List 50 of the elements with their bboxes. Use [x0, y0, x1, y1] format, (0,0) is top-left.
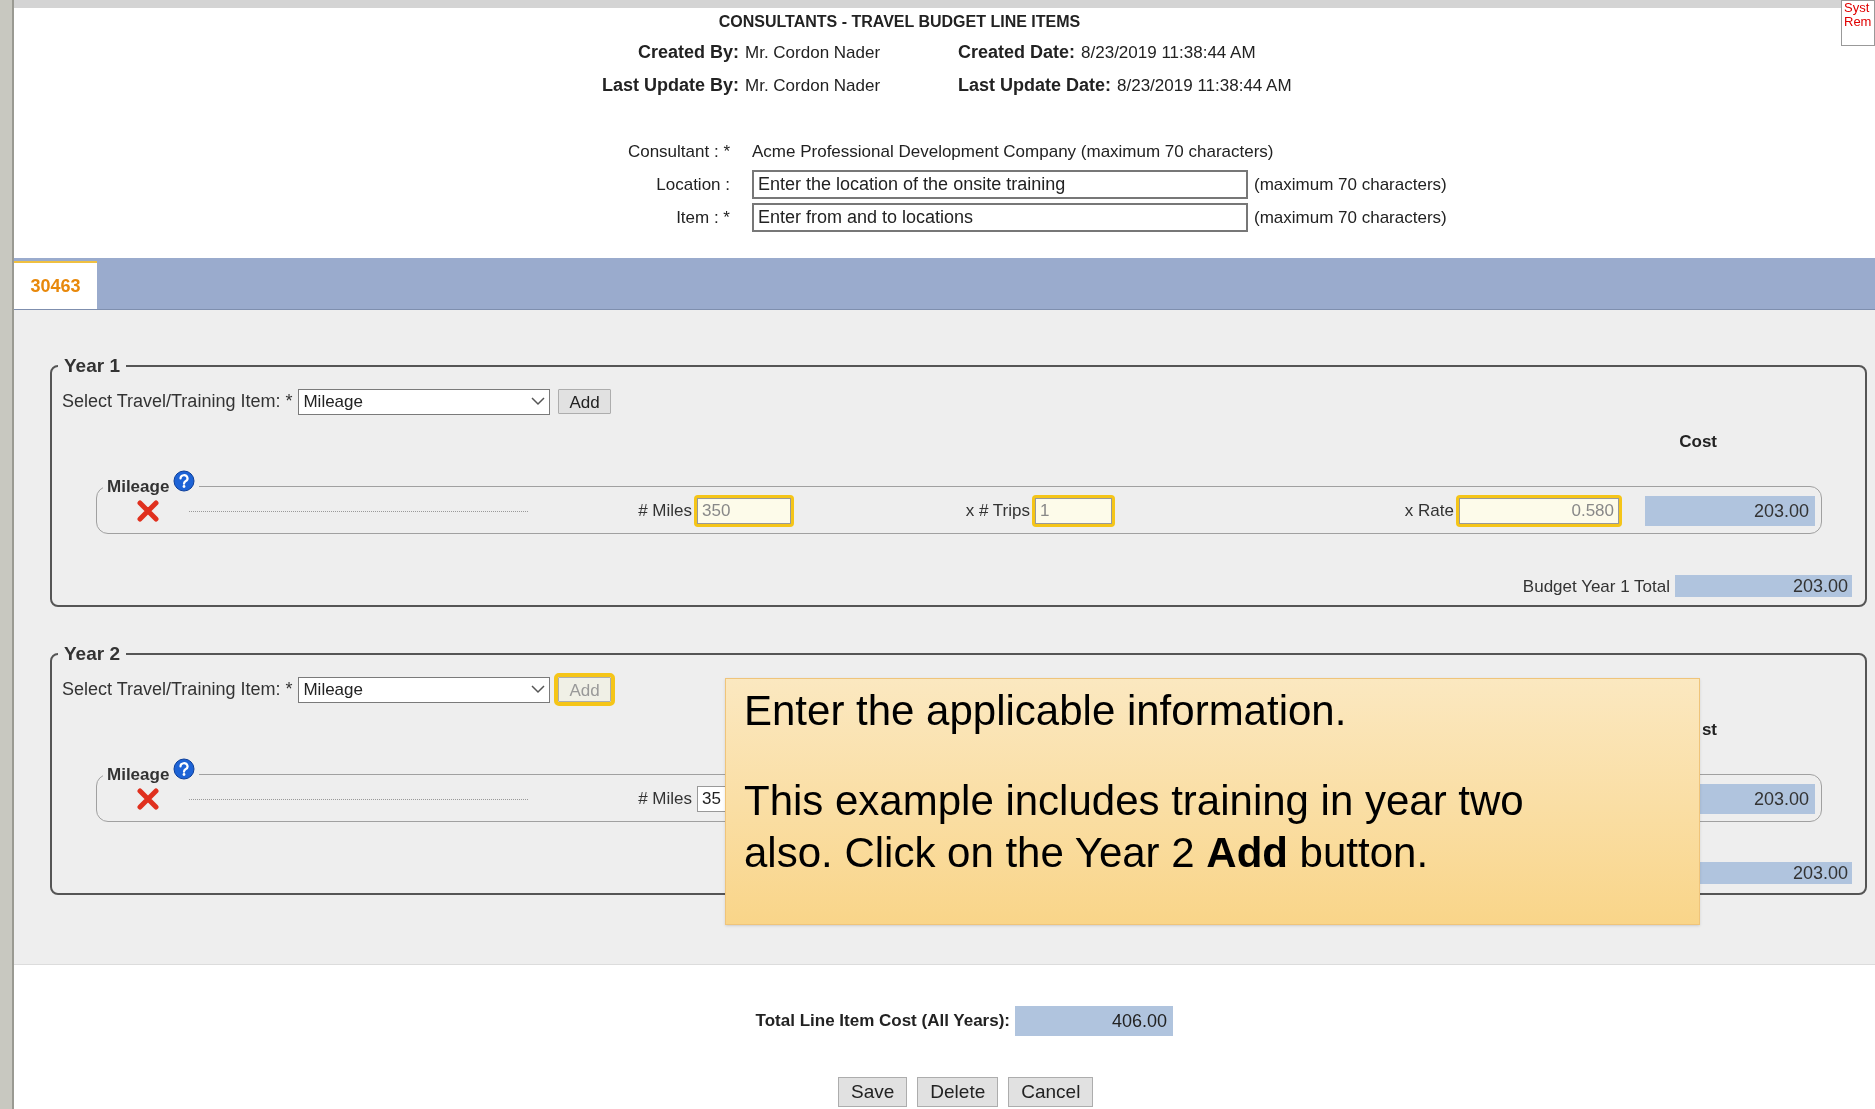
year-total-cell: 203.00: [1675, 575, 1852, 598]
info-value: Mr. Cordon Nader: [745, 41, 882, 64]
info-label: Created By:: [636, 41, 740, 64]
item-legend: Mileage: [107, 761, 170, 787]
chevron-down-icon: [531, 685, 546, 694]
help-icon[interactable]: [173, 470, 196, 493]
field-hint: (maximum 70 characters): [1254, 173, 1447, 196]
year-legend: Year 2: [58, 640, 126, 669]
info-value: Mr. Cordon Nader: [745, 74, 882, 97]
column-header: Cost: [1679, 430, 1717, 451]
field-label: Location :: [655, 173, 730, 196]
form-button[interactable]: Save: [838, 1077, 908, 1107]
info-label: Last Update Date:: [958, 74, 1113, 97]
form-button[interactable]: Cancel: [1008, 1077, 1094, 1107]
column-header: st: [1701, 718, 1717, 739]
page-title: CONSULTANTS - TRAVEL BUDGET LINE ITEMS: [718, 12, 1081, 32]
delete-icon[interactable]: [137, 788, 159, 810]
delete-icon[interactable]: [137, 500, 159, 522]
item-dropdown[interactable]: Mileage: [298, 676, 551, 703]
form-button[interactable]: Delete: [917, 1077, 999, 1107]
field-hint: (maximum 70 characters): [1254, 206, 1447, 229]
item-legend: Mileage: [107, 473, 170, 499]
help-icon[interactable]: [173, 758, 196, 781]
chevron-down-icon: [531, 397, 546, 406]
field-label: # Miles: [637, 788, 693, 811]
number-field[interactable]: 0.580: [1459, 498, 1619, 524]
info-value: 8/23/2019 11:38:44 AM: [1117, 74, 1292, 97]
total-line-label: Total Line Item Cost (All Years):: [754, 1010, 1011, 1033]
consultant-value: Acme Professional Development Company (maximum 70 characters): [752, 141, 1274, 164]
info-value: 8/23/2019 11:38:44 AM: [1081, 41, 1256, 64]
field-label: Select Travel/Training Item: *: [62, 678, 293, 701]
cost-cell: 203.00: [1645, 496, 1815, 526]
field-label: # Miles: [637, 500, 693, 523]
item-dropdown[interactable]: Mileage: [298, 388, 551, 415]
info-label: Created Date:: [958, 41, 1077, 64]
total-line-cost: 406.00: [1015, 1006, 1173, 1036]
field-label: x Rate: [1403, 500, 1455, 523]
callout-text: This example includes training in year two also. Click on the Year 2 Add button.: [744, 776, 1525, 878]
total-label: Budget Year 1 Total: [1522, 575, 1670, 598]
corner-note: Syst Rem: [1841, 0, 1875, 46]
field-label: Item : *: [675, 206, 730, 229]
year-legend: Year 1: [58, 352, 126, 381]
field-label: x # Trips: [964, 500, 1031, 523]
field-label: Consultant : *: [626, 141, 730, 164]
text-field[interactable]: Enter from and to locations: [752, 203, 1248, 232]
text-field[interactable]: Enter the location of the onsite training: [752, 170, 1248, 199]
callout-text: Enter the applicable information.: [744, 686, 1348, 736]
add-button[interactable]: Add: [558, 389, 611, 414]
info-label: Last Update By:: [600, 74, 740, 97]
field-label: Select Travel/Training Item: *: [62, 390, 293, 413]
